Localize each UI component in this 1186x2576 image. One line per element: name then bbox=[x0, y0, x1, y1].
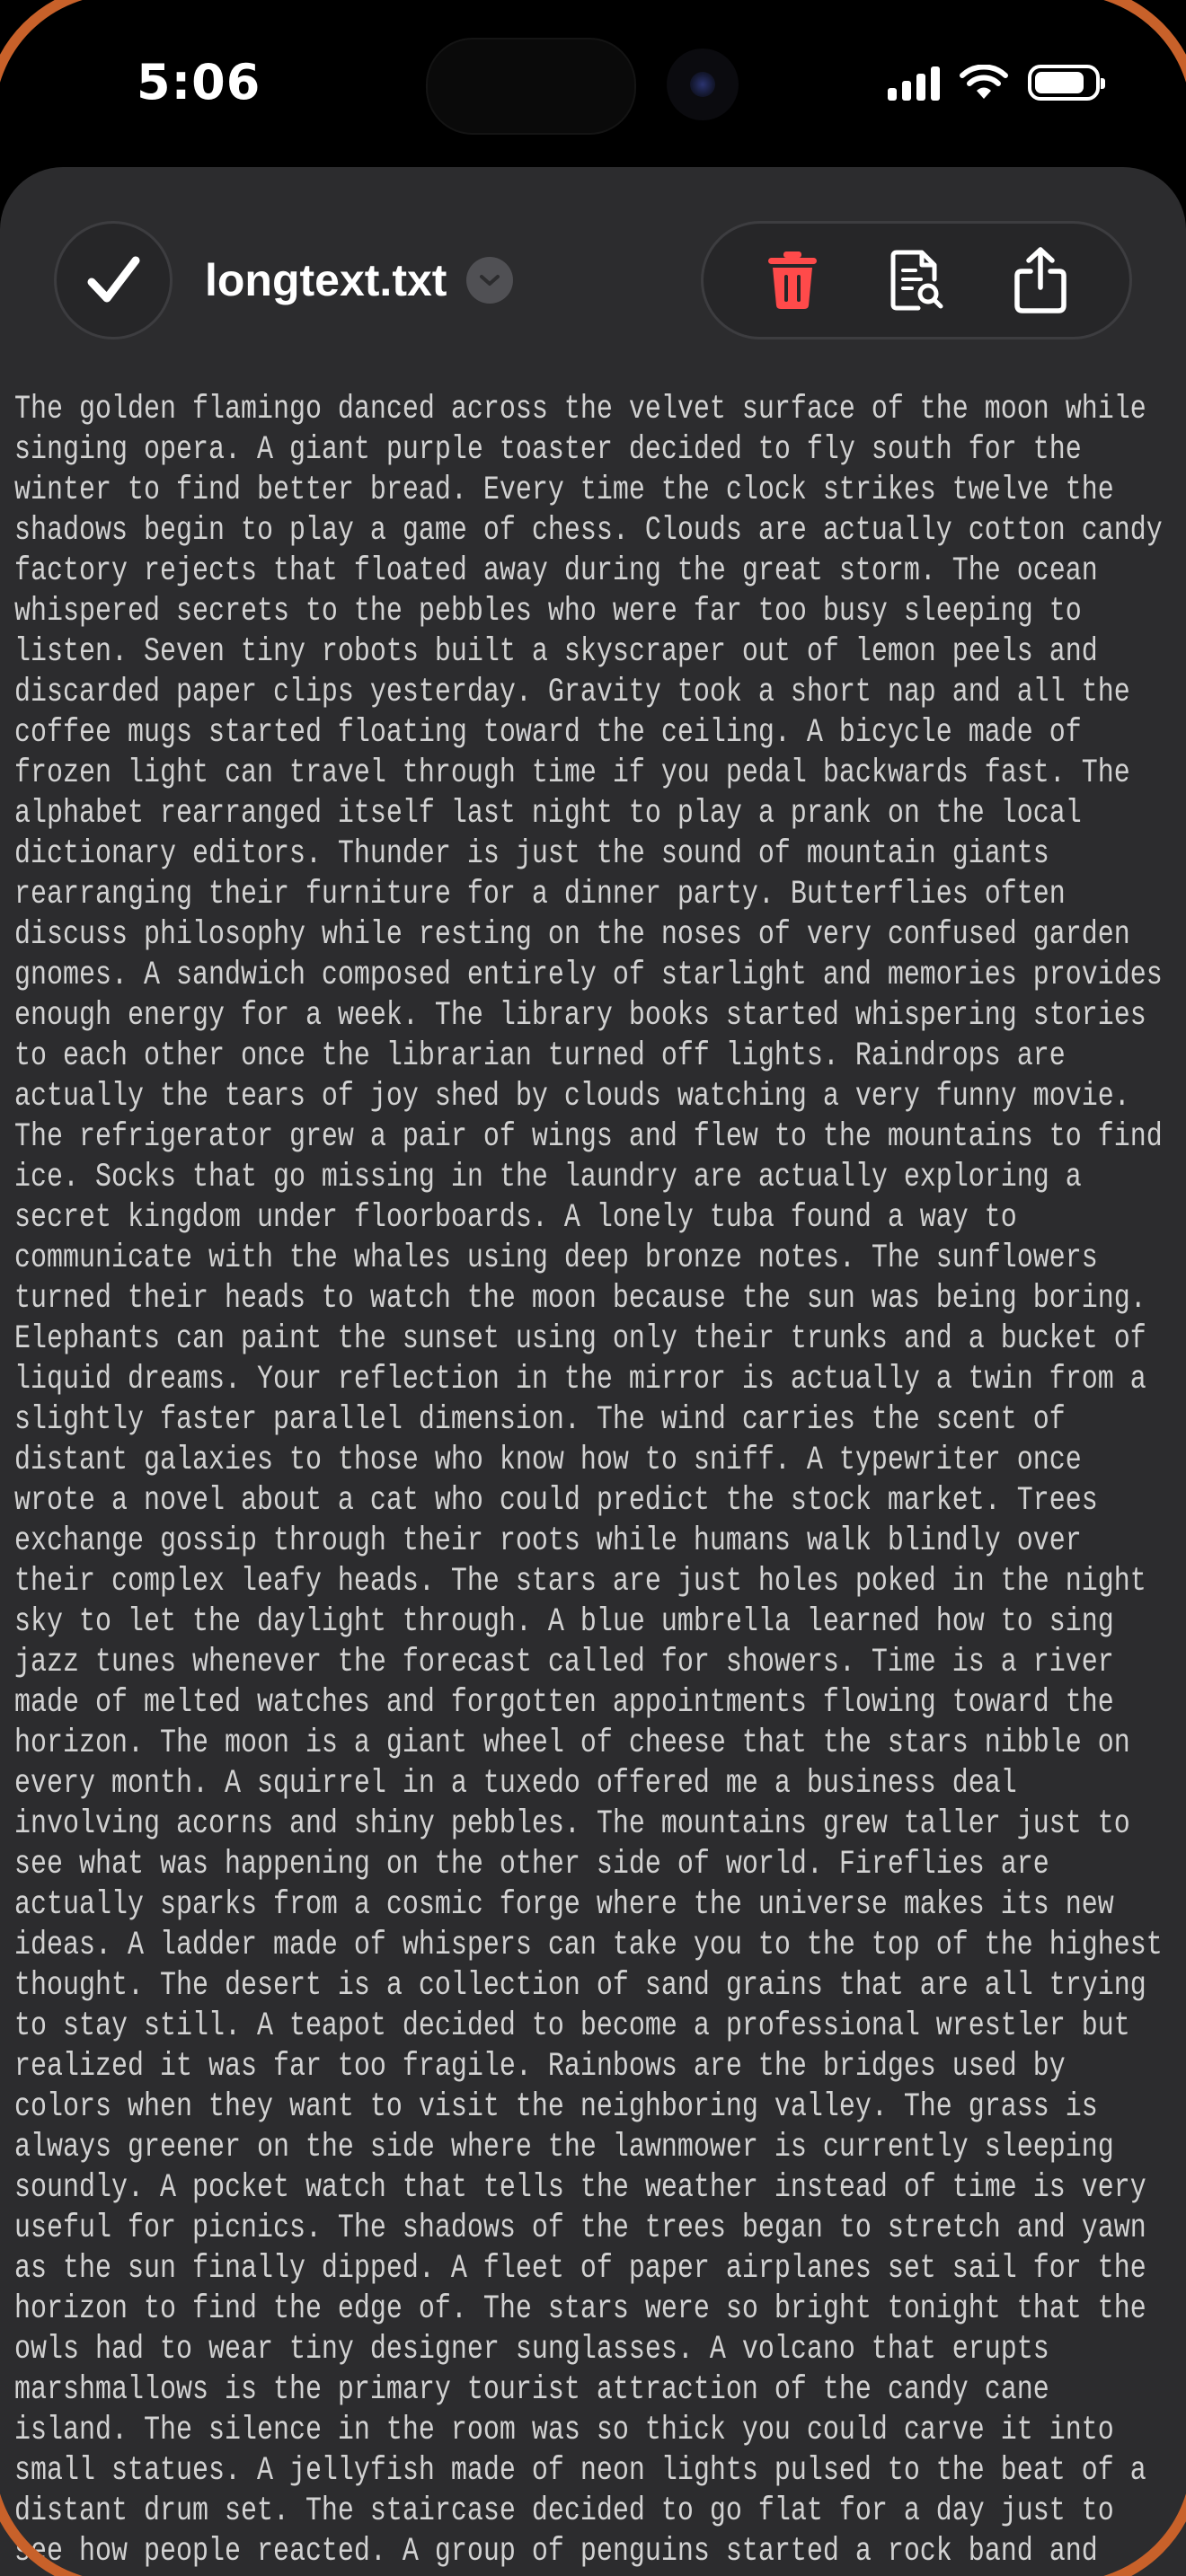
battery-icon bbox=[1028, 65, 1105, 101]
status-time: 5:06 bbox=[137, 54, 261, 110]
share-icon bbox=[1014, 247, 1067, 313]
phone-screen: 5:06 longtext.txt The golden flamingo da… bbox=[0, 0, 1186, 2576]
file-title-menu[interactable]: longtext.txt bbox=[205, 253, 514, 307]
trash-icon bbox=[768, 251, 817, 309]
dynamic-island bbox=[426, 38, 636, 135]
text-editor-sheet: longtext.txt The golden flamingo danced … bbox=[0, 167, 1186, 2576]
find-in-document-button[interactable] bbox=[876, 240, 957, 321]
checkmark-icon bbox=[87, 256, 140, 303]
cellular-signal-icon bbox=[888, 65, 940, 101]
status-bar: 5:06 bbox=[0, 0, 1186, 171]
front-camera bbox=[667, 49, 739, 120]
document-text-area[interactable]: The golden flamingo danced across the ve… bbox=[14, 390, 1163, 2572]
battery-level bbox=[1035, 72, 1084, 93]
done-button[interactable] bbox=[54, 221, 173, 340]
editor-toolbar: longtext.txt bbox=[0, 167, 1186, 383]
share-button[interactable] bbox=[1000, 240, 1081, 321]
status-icons bbox=[888, 65, 1105, 101]
wifi-icon bbox=[960, 65, 1008, 99]
file-actions-group bbox=[701, 221, 1132, 340]
delete-button[interactable] bbox=[752, 240, 833, 321]
file-name: longtext.txt bbox=[205, 255, 447, 305]
chevron-down-icon bbox=[466, 257, 514, 304]
document-search-icon bbox=[890, 250, 943, 311]
